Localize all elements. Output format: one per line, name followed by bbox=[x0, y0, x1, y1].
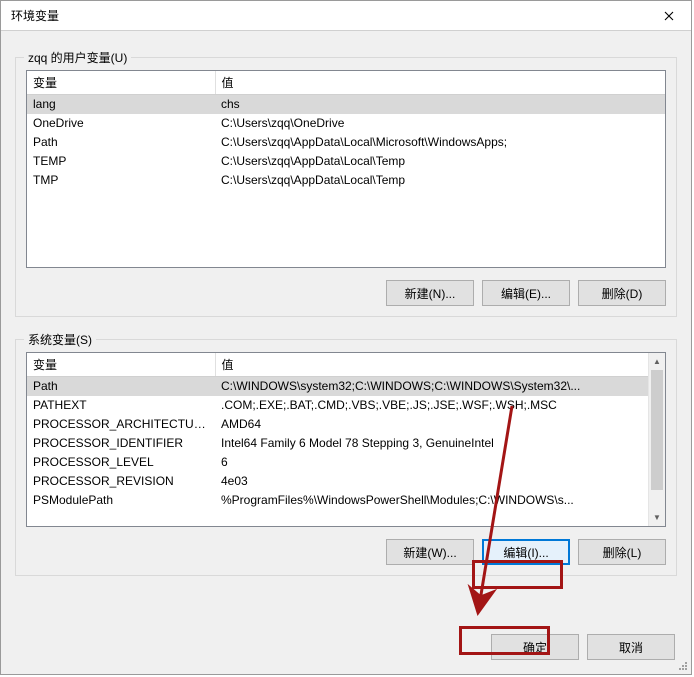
var-name: TMP bbox=[27, 171, 215, 190]
close-icon bbox=[664, 11, 674, 21]
user-buttons: 新建(N)... 编辑(E)... 删除(D) bbox=[26, 280, 666, 306]
user-vars-group: zqq 的用户变量(U) 变量 值 langchsOneDriveC:\User… bbox=[15, 57, 677, 317]
var-value: AMD64 bbox=[215, 415, 648, 434]
table-row[interactable]: PathC:\WINDOWS\system32;C:\WINDOWS;C:\WI… bbox=[27, 377, 648, 396]
system-vars-label: 系统变量(S) bbox=[24, 331, 96, 348]
scroll-thumb[interactable] bbox=[651, 370, 663, 490]
user-new-button[interactable]: 新建(N)... bbox=[386, 280, 474, 306]
user-vars-label: zqq 的用户变量(U) bbox=[24, 49, 131, 66]
var-value: C:\Users\zqq\AppData\Local\Temp bbox=[215, 152, 665, 171]
window-title: 环境变量 bbox=[11, 7, 59, 24]
var-value: C:\WINDOWS\system32;C:\WINDOWS;C:\WINDOW… bbox=[215, 377, 648, 396]
system-scrollbar[interactable]: ▲ ▼ bbox=[648, 353, 665, 526]
var-name: lang bbox=[27, 95, 215, 114]
resize-grip-icon[interactable] bbox=[677, 660, 689, 672]
var-value: .COM;.EXE;.BAT;.CMD;.VBS;.VBE;.JS;.JSE;.… bbox=[215, 396, 648, 415]
var-value: C:\Users\zqq\OneDrive bbox=[215, 114, 665, 133]
var-name: TEMP bbox=[27, 152, 215, 171]
table-row[interactable]: PROCESSOR_LEVEL6 bbox=[27, 453, 648, 472]
close-button[interactable] bbox=[646, 1, 691, 30]
env-vars-dialog: 环境变量 zqq 的用户变量(U) 变量 值 langchsOneDriveC:… bbox=[0, 0, 692, 675]
user-vars-table[interactable]: 变量 值 langchsOneDriveC:\Users\zqq\OneDriv… bbox=[27, 71, 665, 190]
table-row[interactable]: PROCESSOR_IDENTIFIERIntel64 Family 6 Mod… bbox=[27, 434, 648, 453]
var-value: Intel64 Family 6 Model 78 Stepping 3, Ge… bbox=[215, 434, 648, 453]
table-row[interactable]: OneDriveC:\Users\zqq\OneDrive bbox=[27, 114, 665, 133]
var-name: PROCESSOR_REVISION bbox=[27, 472, 215, 491]
sys-col-value[interactable]: 值 bbox=[215, 353, 648, 377]
sys-col-variable[interactable]: 变量 bbox=[27, 353, 215, 377]
cancel-button[interactable]: 取消 bbox=[587, 634, 675, 660]
var-value: C:\Users\zqq\AppData\Local\Microsoft\Win… bbox=[215, 133, 665, 152]
user-col-variable[interactable]: 变量 bbox=[27, 71, 215, 95]
user-edit-button[interactable]: 编辑(E)... bbox=[482, 280, 570, 306]
system-delete-button[interactable]: 删除(L) bbox=[578, 539, 666, 565]
table-row[interactable]: TMPC:\Users\zqq\AppData\Local\Temp bbox=[27, 171, 665, 190]
table-row[interactable]: PSModulePath%ProgramFiles%\WindowsPowerS… bbox=[27, 491, 648, 510]
scroll-down-icon[interactable]: ▼ bbox=[649, 509, 665, 526]
user-vars-table-wrap: 变量 值 langchsOneDriveC:\Users\zqq\OneDriv… bbox=[26, 70, 666, 268]
user-col-value[interactable]: 值 bbox=[215, 71, 665, 95]
var-name: PROCESSOR_LEVEL bbox=[27, 453, 215, 472]
var-name: PROCESSOR_ARCHITECTURE bbox=[27, 415, 215, 434]
system-new-button[interactable]: 新建(W)... bbox=[386, 539, 474, 565]
var-name: OneDrive bbox=[27, 114, 215, 133]
table-row[interactable]: PROCESSOR_REVISION4e03 bbox=[27, 472, 648, 491]
var-name: PATHEXT bbox=[27, 396, 215, 415]
table-row[interactable]: langchs bbox=[27, 95, 665, 114]
ok-button[interactable]: 确定 bbox=[491, 634, 579, 660]
table-row[interactable]: PROCESSOR_ARCHITECTUREAMD64 bbox=[27, 415, 648, 434]
scroll-up-icon[interactable]: ▲ bbox=[649, 353, 665, 370]
var-value: %ProgramFiles%\WindowsPowerShell\Modules… bbox=[215, 491, 648, 510]
system-vars-table[interactable]: 变量 值 PathC:\WINDOWS\system32;C:\WINDOWS;… bbox=[27, 353, 648, 510]
var-value: 4e03 bbox=[215, 472, 648, 491]
table-row[interactable]: TEMPC:\Users\zqq\AppData\Local\Temp bbox=[27, 152, 665, 171]
system-vars-group: 系统变量(S) 变量 值 PathC:\WINDOWS\system32;C:\… bbox=[15, 339, 677, 576]
var-name: Path bbox=[27, 133, 215, 152]
var-name: Path bbox=[27, 377, 215, 396]
dialog-content: zqq 的用户变量(U) 变量 值 langchsOneDriveC:\User… bbox=[1, 31, 691, 586]
system-vars-table-wrap: 变量 值 PathC:\WINDOWS\system32;C:\WINDOWS;… bbox=[26, 352, 666, 527]
scroll-track[interactable] bbox=[649, 370, 665, 509]
titlebar: 环境变量 bbox=[1, 1, 691, 31]
var-name: PSModulePath bbox=[27, 491, 215, 510]
dialog-buttons: 确定 取消 bbox=[477, 634, 689, 660]
user-delete-button[interactable]: 删除(D) bbox=[578, 280, 666, 306]
var-value: C:\Users\zqq\AppData\Local\Temp bbox=[215, 171, 665, 190]
system-buttons: 新建(W)... 编辑(I)... 删除(L) bbox=[26, 539, 666, 565]
system-edit-button[interactable]: 编辑(I)... bbox=[482, 539, 570, 565]
var-value: 6 bbox=[215, 453, 648, 472]
var-name: PROCESSOR_IDENTIFIER bbox=[27, 434, 215, 453]
table-row[interactable]: PATHEXT.COM;.EXE;.BAT;.CMD;.VBS;.VBE;.JS… bbox=[27, 396, 648, 415]
var-value: chs bbox=[215, 95, 665, 114]
table-row[interactable]: PathC:\Users\zqq\AppData\Local\Microsoft… bbox=[27, 133, 665, 152]
